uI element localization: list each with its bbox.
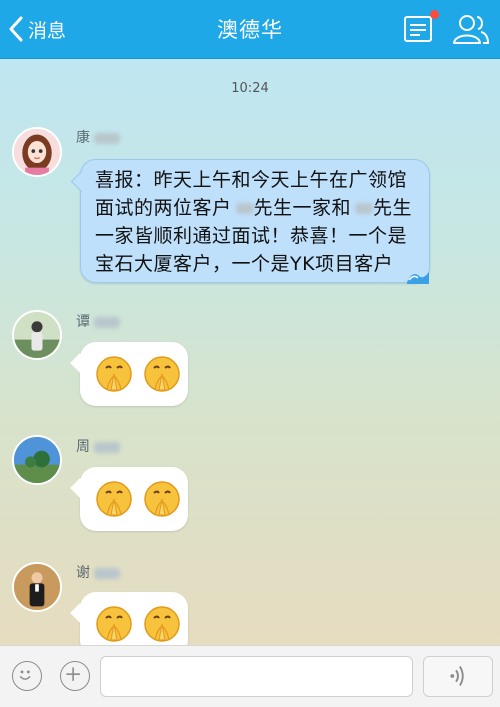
bubble-tail (70, 478, 90, 498)
sender-name: 谭 (76, 311, 120, 331)
praying-face-icon (96, 606, 132, 642)
avatar[interactable] (12, 127, 62, 177)
avatar[interactable] (12, 310, 62, 360)
message-bubble[interactable] (70, 467, 188, 531)
message-bubble[interactable] (70, 592, 188, 645)
message-text: 喜报：昨天上午和今天上午在广领馆 面试的两位客户 先生一家和 先生 一家皆顺利通过面… (95, 169, 413, 275)
plus-icon (66, 667, 80, 681)
blurred-text (94, 132, 120, 144)
blurred-text (94, 567, 120, 579)
praying-face-icon (96, 356, 132, 392)
emoji-button[interactable] (12, 661, 42, 691)
bubble-tail (70, 603, 90, 623)
top-bar: 消息 澳德华 (0, 0, 500, 59)
voice-wave-icon (450, 666, 464, 687)
man-avatar-icon (14, 564, 60, 610)
landscape-avatar-icon (14, 437, 60, 483)
avatar[interactable] (12, 562, 62, 612)
plus-button[interactable] (60, 661, 90, 691)
sender-name: 谢 (76, 562, 120, 582)
praying-face-icon (96, 481, 132, 517)
sender-name: 周 (76, 436, 120, 456)
message-bubble[interactable] (70, 342, 188, 406)
chat-area[interactable]: 10:24 康 喜报：昨天上午和今天上午在广领馆 面试的两位客户 先生一家和 先生 … (0, 59, 500, 645)
sender-name: 康 (76, 127, 120, 147)
person-avatar-icon (14, 312, 60, 358)
smiley-icon (19, 670, 31, 680)
group-notice-button[interactable] (402, 10, 439, 46)
avatar[interactable] (12, 435, 62, 485)
message-timestamp: 10:24 (231, 81, 269, 96)
message-input[interactable] (100, 656, 413, 697)
praying-face-icon (144, 356, 180, 392)
people-icon (453, 15, 490, 44)
bubble-tail (70, 353, 90, 373)
blurred-text (235, 203, 254, 214)
voice-button[interactable] (423, 656, 493, 697)
blurred-text (94, 441, 120, 453)
praying-face-icon (144, 606, 180, 642)
blurred-text (94, 316, 120, 328)
praying-face-icon (144, 481, 180, 517)
bubble-tail (70, 170, 93, 193)
notification-dot (430, 10, 439, 19)
input-bar (0, 645, 500, 707)
blurred-text (355, 203, 374, 214)
group-members-button[interactable] (452, 12, 490, 46)
message-bubble[interactable]: 喜报：昨天上午和今天上午在广领馆 面试的两位客户 先生一家和 先生 一家皆顺利通过面… (70, 159, 430, 284)
girl-avatar-icon (14, 129, 60, 175)
wave-decoration-icon (407, 272, 429, 284)
